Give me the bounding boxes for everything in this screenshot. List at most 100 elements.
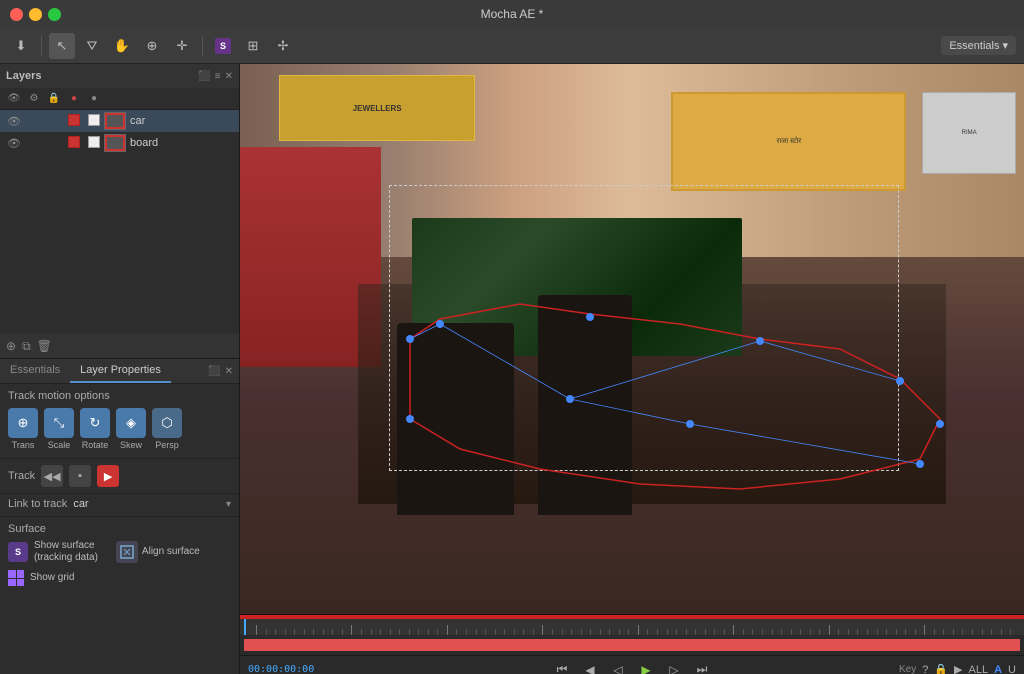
- video-scene: JEWELLERS राजा स्टोर RIMA: [240, 64, 1024, 614]
- lock-icon[interactable]: 🔒: [934, 663, 948, 674]
- duplicate-layer-icon[interactable]: ⧉: [22, 339, 31, 354]
- minimize-button[interactable]: [29, 8, 42, 21]
- go-end-button[interactable]: ⏭: [692, 660, 712, 674]
- trans-icon: ⊕: [18, 415, 29, 431]
- zoom-tool-button[interactable]: ⊕: [139, 33, 165, 59]
- key-label[interactable]: Key: [899, 664, 916, 674]
- persp-icon: ⬡: [161, 415, 172, 431]
- separator-3: [0, 516, 239, 517]
- bezier-tool-button[interactable]: ✢: [270, 33, 296, 59]
- select-tool-button[interactable]: ↖: [49, 33, 75, 59]
- scale-button[interactable]: ⤡: [44, 408, 74, 438]
- toolbar-separator-1: [41, 36, 42, 56]
- play-forward-icon[interactable]: ▶: [954, 663, 962, 674]
- keyframe-help-icon[interactable]: ?: [922, 664, 928, 674]
- hand-tool-button[interactable]: ✋: [109, 33, 135, 59]
- layer-row-car[interactable]: 👁 car: [0, 110, 239, 132]
- trans-button[interactable]: ⊕: [8, 408, 38, 438]
- link-dropdown-icon[interactable]: ▾: [226, 499, 231, 510]
- play-button[interactable]: ▶: [636, 660, 656, 674]
- transform-tool-button[interactable]: ✛: [169, 33, 195, 59]
- timeline-track-1[interactable]: [244, 639, 1020, 651]
- link-value: car: [73, 498, 88, 510]
- layer-row-board[interactable]: 👁 board: [0, 132, 239, 154]
- layer-car-thumbnail: [104, 112, 126, 130]
- rotate-btn-wrapper: ↻ Rotate: [80, 408, 110, 450]
- add-layer-icon[interactable]: ⊕: [6, 339, 16, 353]
- layer-board-color1[interactable]: [64, 136, 84, 151]
- timeline-ruler[interactable]: [240, 619, 1024, 635]
- show-surface-label: Show surface: [34, 540, 98, 552]
- u-icon[interactable]: U: [1008, 664, 1016, 674]
- toolbar-separator-2: [202, 36, 203, 56]
- layer-board-swatch-red: [68, 136, 80, 148]
- skew-button[interactable]: ◈: [116, 408, 146, 438]
- scale-btn-wrapper: ⤡ Scale: [44, 408, 74, 450]
- color2-column-icon: ●: [84, 93, 104, 104]
- surface-s-icon: S: [8, 542, 28, 562]
- rotate-button[interactable]: ↻: [80, 408, 110, 438]
- layer-car-color2[interactable]: [84, 114, 104, 129]
- layers-empty-area: [0, 154, 239, 334]
- layers-toolbar: ⊕ ⧉ 🗑: [0, 334, 239, 358]
- show-grid-label: Show grid: [30, 572, 74, 584]
- workspace-selector[interactable]: Essentials ▾: [941, 36, 1016, 55]
- back-frame-button[interactable]: ◁: [608, 660, 628, 674]
- timecode-display: 00:00:00:00: [248, 664, 314, 674]
- layer-car-swatch-red: [68, 114, 80, 126]
- layers-menu-icon[interactable]: ≡: [215, 71, 221, 82]
- go-start-button[interactable]: ⏮: [552, 660, 572, 674]
- show-surface-row: S Show surface (tracking data) Align sur…: [0, 537, 239, 567]
- maximize-button[interactable]: [48, 8, 61, 21]
- track-play-button[interactable]: ▶: [97, 465, 119, 487]
- ruler-marks: [256, 619, 1020, 635]
- properties-section: Essentials Layer Properties ⬛ ✕ Track mo…: [0, 359, 239, 674]
- layer-car-color1[interactable]: [64, 114, 84, 129]
- tab-layer-properties[interactable]: Layer Properties: [70, 359, 171, 383]
- scale-icon: ⤡: [54, 415, 64, 431]
- align-surface-icon[interactable]: [116, 541, 138, 563]
- grid-icon: [8, 570, 24, 586]
- props-close-icon[interactable]: ✕: [225, 366, 233, 377]
- workspace-label: Essentials: [949, 40, 999, 52]
- back-icon: ▪: [78, 470, 82, 482]
- close-button[interactable]: [10, 8, 23, 21]
- props-pin-icon[interactable]: ⬛: [208, 366, 220, 377]
- s-tool-button[interactable]: S: [210, 33, 236, 59]
- grid-cell-3: [8, 579, 16, 587]
- back-end-icon: ◀◀: [44, 470, 61, 483]
- a-icon[interactable]: A: [994, 664, 1002, 674]
- persp-btn-wrapper: ⬡ Persp: [152, 408, 182, 450]
- layer-board-eye-icon[interactable]: 👁: [4, 137, 24, 150]
- video-canvas[interactable]: JEWELLERS राजा स्टोर RIMA: [240, 64, 1024, 614]
- all-label[interactable]: ALL: [969, 664, 989, 674]
- forward-frame-button[interactable]: ▷: [664, 660, 684, 674]
- layers-title: Layers: [6, 70, 41, 82]
- tab-essentials[interactable]: Essentials: [0, 359, 70, 383]
- link-label: Link to track: [8, 498, 67, 510]
- separator-1: [0, 458, 239, 459]
- layers-close-icon[interactable]: ✕: [225, 71, 233, 82]
- props-header-controls: ⬛ ✕: [171, 359, 239, 383]
- step-back-button[interactable]: ◀: [580, 660, 600, 674]
- trans-label: Trans: [12, 440, 35, 450]
- export-tool-button[interactable]: ⬇: [8, 33, 34, 59]
- layers-collapse-icon[interactable]: ⬛: [198, 71, 210, 82]
- window-controls[interactable]: [10, 8, 61, 21]
- link-to-track-row: Link to track car ▾: [0, 496, 239, 514]
- main-toolbar: ⬇ ↖ ⛛ ✋ ⊕ ✛ S ⊞ ✢ Essentials ▾: [0, 28, 1024, 64]
- delete-layer-icon[interactable]: 🗑: [37, 339, 52, 353]
- persp-button[interactable]: ⬡: [152, 408, 182, 438]
- track-back-end-button[interactable]: ◀◀: [41, 465, 63, 487]
- layer-board-color2[interactable]: [84, 136, 104, 151]
- align-surface-group: Align surface: [116, 541, 200, 563]
- show-surface-sub: (tracking data): [34, 552, 98, 564]
- track-back-button[interactable]: ▪: [69, 465, 91, 487]
- timeline-cursor[interactable]: [244, 619, 246, 635]
- magnet-tool-button[interactable]: ⛛: [79, 33, 105, 59]
- layer-car-eye-icon[interactable]: 👁: [4, 115, 24, 128]
- color1-column-icon: ●: [64, 93, 84, 104]
- hindi-sign-1: राजा स्टोर: [671, 92, 906, 191]
- skew-btn-wrapper: ◈ Skew: [116, 408, 146, 450]
- grid-tool-button[interactable]: ⊞: [240, 33, 266, 59]
